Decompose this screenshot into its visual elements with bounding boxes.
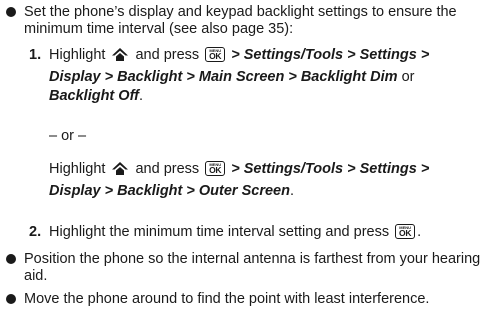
bullet-dot (6, 294, 16, 304)
menu-ok-key-icon: MENU OK (205, 161, 226, 176)
bullet-text-line: Move the phone around to find the point … (24, 291, 430, 307)
bullet-text-line: minimum time interval (see also page 35)… (24, 21, 294, 37)
home-icon (111, 47, 129, 68)
step-number: 2. (29, 224, 42, 240)
menu-path: Display > Backlight > Outer Screen (49, 183, 290, 199)
bullet-text-line: aid. (24, 268, 48, 284)
bullet-item: Position the phone so the internal anten… (6, 251, 486, 287)
step-text: and press (135, 47, 200, 63)
or-separator: – or – (49, 128, 87, 144)
menu-ok-key-icon: MENU OK (205, 47, 226, 62)
step-line: Display > Backlight > Outer Screen. (49, 183, 294, 199)
step-text: Highlight the minimum time interval sett… (49, 224, 390, 240)
bullet-text-line: Set the phone’s display and keypad backl… (24, 4, 457, 20)
step-line: Highlight and press MENU OK > Settings/To… (49, 46, 484, 68)
step-text: and press (135, 161, 200, 177)
bullet-item: Move the phone around to find the point … (6, 291, 486, 309)
menu-path: > Settings/Tools > Settings > (231, 161, 430, 177)
step-1: 1. Highlight and press MENU OK > Settings… (29, 46, 484, 122)
menu-path: Display > Backlight > Main Screen > Back… (49, 69, 398, 85)
step-line: Backlight Off. (49, 88, 143, 104)
step-text: or (401, 69, 415, 85)
menu-path: > Settings/Tools > Settings > (231, 47, 430, 63)
home-icon (111, 161, 129, 182)
document-page: Set the phone’s display and keypad backl… (0, 0, 495, 310)
step-text: Highlight (49, 47, 106, 63)
menu-path: Backlight Off (49, 88, 139, 104)
step-number: 1. (29, 47, 42, 63)
step-2: 2. Highlight the minimum time interval s… (29, 224, 422, 240)
bullet-dot (6, 7, 16, 17)
step-text: Highlight (49, 161, 106, 177)
menu-ok-key-icon: MENU OK (395, 224, 416, 239)
step-line: Display > Backlight > Main Screen > Back… (49, 68, 484, 87)
bullet-item: Set the phone’s display and keypad backl… (6, 4, 486, 40)
bullet-text-line: Position the phone so the internal anten… (24, 251, 481, 267)
step-1-alternative: Highlight and press MENU OK > Settings/To… (29, 160, 484, 200)
bullet-dot (6, 254, 16, 264)
step-line: Highlight and press MENU OK > Settings/To… (49, 160, 484, 182)
